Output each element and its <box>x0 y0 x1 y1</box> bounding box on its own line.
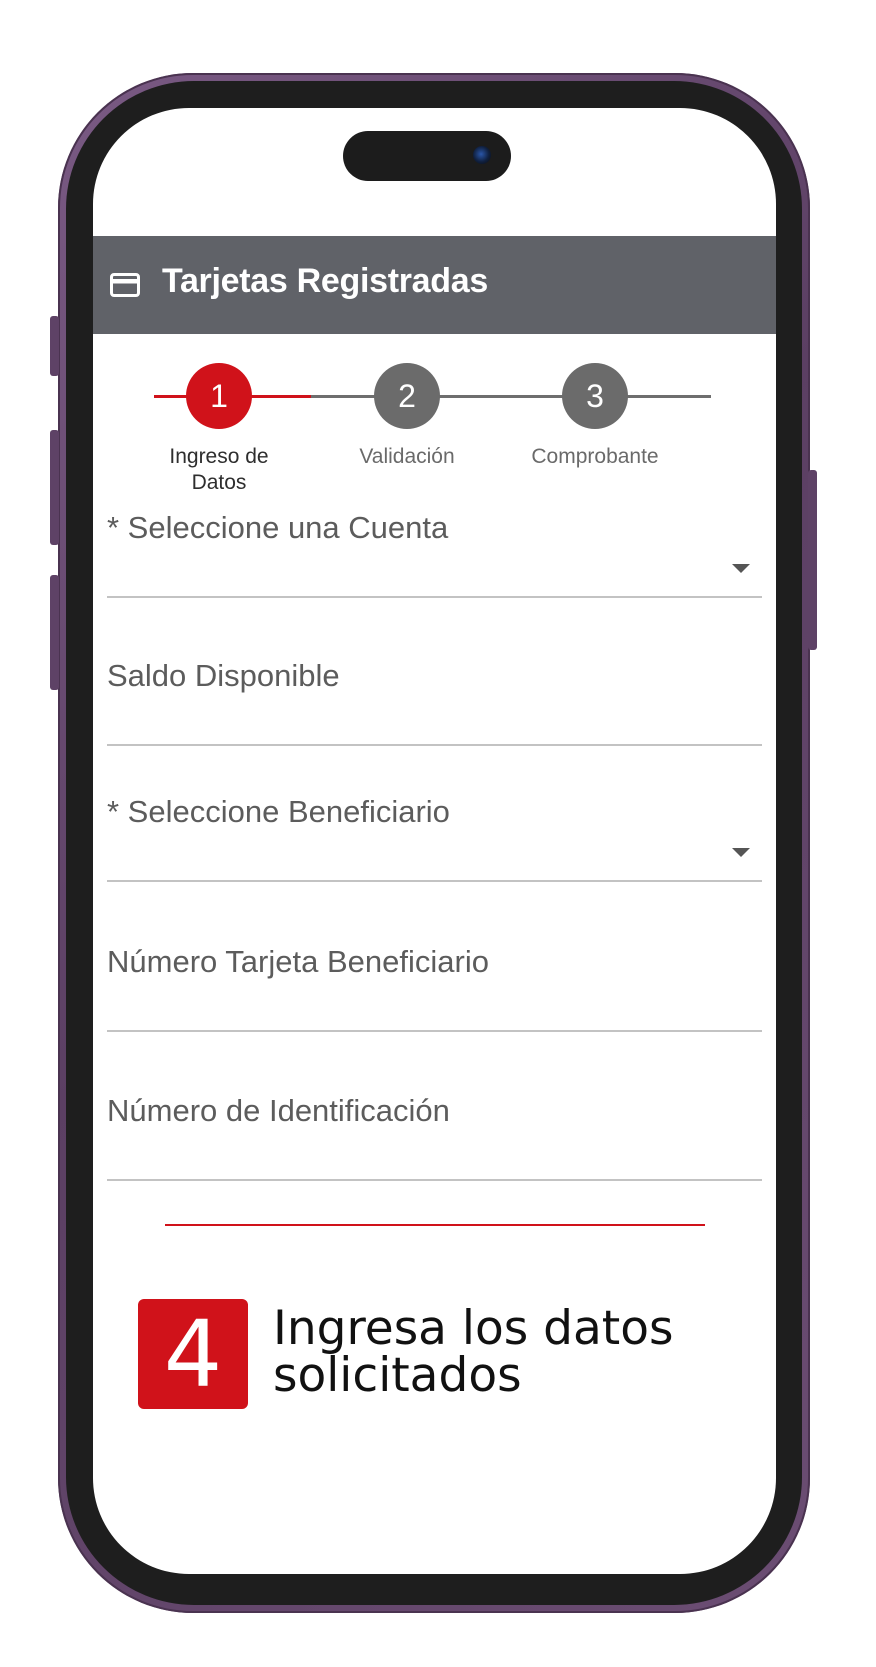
account-select[interactable]: * Seleccione una Cuenta <box>107 508 762 598</box>
account-select-label: * Seleccione una Cuenta <box>107 510 449 545</box>
phone-action-button <box>50 316 59 376</box>
balance-field-label: Saldo Disponible <box>107 658 340 693</box>
balance-field: Saldo Disponible <box>107 656 762 746</box>
beneficiary-select-label: * Seleccione Beneficiario <box>107 794 450 829</box>
dynamic-island <box>343 131 511 181</box>
step-2-indicator: 2 <box>374 363 440 429</box>
step-1-label: Ingreso de Datos <box>169 445 269 494</box>
step-3-indicator: 3 <box>562 363 628 429</box>
phone-power-button <box>808 470 817 650</box>
camera-icon <box>473 146 491 164</box>
stepper-remaining-line <box>311 395 711 398</box>
section-divider <box>165 1224 705 1226</box>
tutorial-instruction: Ingresa los datos solicitados <box>273 1301 674 1403</box>
phone-screen: Tarjetas Registradas 1 2 3 Ingreso de Da… <box>93 108 776 1574</box>
step-1-indicator: 1 <box>186 363 252 429</box>
credit-card-icon <box>110 273 140 297</box>
step-3-label: Comprobante <box>531 445 659 468</box>
beneficiary-select[interactable]: * Seleccione Beneficiario <box>107 792 762 882</box>
app-header: Tarjetas Registradas <box>93 236 776 334</box>
id-number-input-label: Número de Identificación <box>107 1093 450 1128</box>
card-number-input-label: Número Tarjeta Beneficiario <box>107 944 489 979</box>
page-title: Tarjetas Registradas <box>162 262 488 300</box>
chevron-down-icon[interactable] <box>732 564 750 573</box>
id-number-input[interactable]: Número de Identificación <box>107 1091 762 1181</box>
card-number-input[interactable]: Número Tarjeta Beneficiario <box>107 942 762 1032</box>
step-2-label: Validación <box>359 445 455 468</box>
tutorial-step-badge: 4 <box>138 1299 248 1409</box>
phone-volume-up-button <box>50 430 59 545</box>
phone-volume-down-button <box>50 575 59 690</box>
chevron-down-icon[interactable] <box>732 848 750 857</box>
